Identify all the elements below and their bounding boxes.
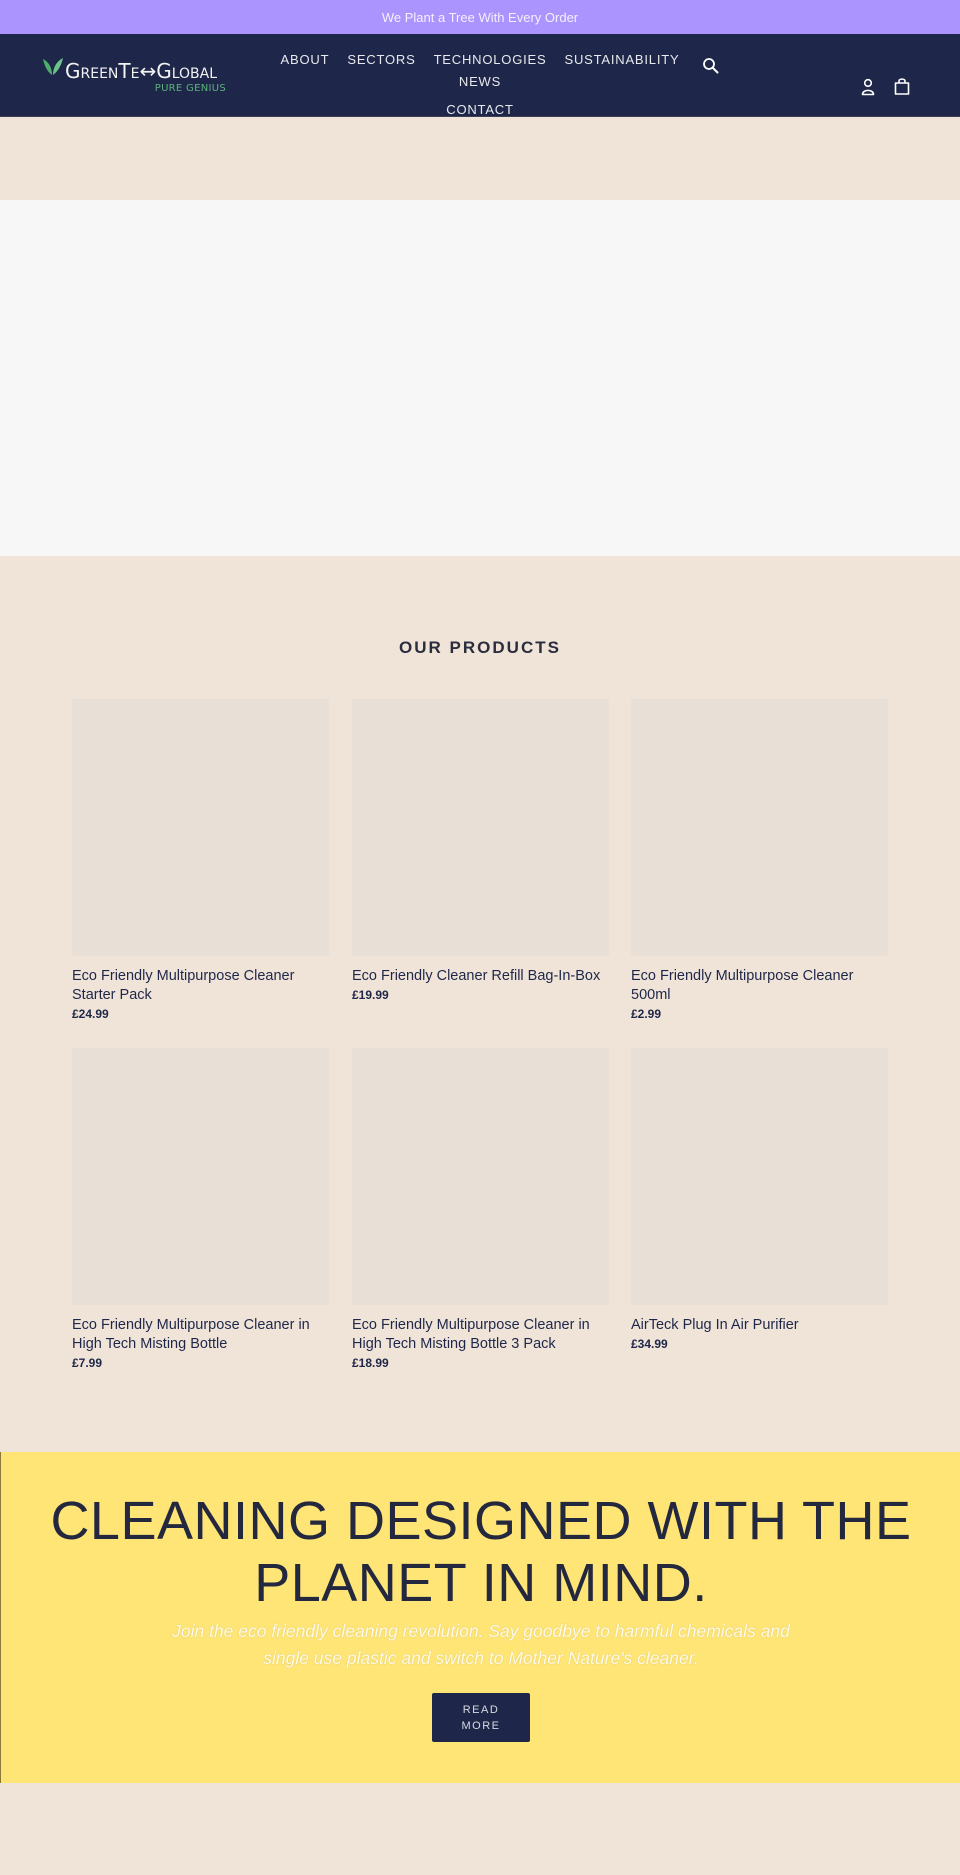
read-more-button[interactable]: READ MORE <box>432 1693 530 1742</box>
promo-banner: CLEANING DESIGNED WITH THE PLANET IN MIN… <box>0 1452 960 1783</box>
nav-item-sectors[interactable]: SECTORS <box>338 52 424 68</box>
logo-wordmark: GreenTe↔Global <box>65 59 218 83</box>
product-price: £2.99 <box>631 1007 662 1021</box>
product-card[interactable]: Eco Friendly Multipurpose Cleaner in Hig… <box>72 1048 329 1371</box>
product-price: £18.99 <box>352 1356 389 1370</box>
account-button[interactable] <box>859 78 877 96</box>
site-logo[interactable]: GreenTe↔Global PURE GENIUS <box>42 56 232 96</box>
leaf-logo-icon <box>43 58 63 75</box>
product-card[interactable]: Eco Friendly Multipurpose Cleaner in Hig… <box>352 1048 609 1371</box>
logo-tagline: PURE GENIUS <box>154 83 226 94</box>
product-name: Eco Friendly Multipurpose Cleaner 500ml <box>631 968 854 1003</box>
nav-item-sustainability[interactable]: SUSTAINABILITY <box>555 52 688 68</box>
product-image <box>352 1048 609 1305</box>
product-price: £34.99 <box>631 1337 668 1351</box>
search-button[interactable] <box>702 57 720 75</box>
main-nav: ABOUT SECTORS TECHNOLOGIES SUSTAINABILIT… <box>268 52 692 118</box>
product-name: Eco Friendly Multipurpose Cleaner in Hig… <box>72 1317 310 1352</box>
product-price: £24.99 <box>72 1007 109 1021</box>
banner-subtext: Join the eco friendly cleaning revolutio… <box>172 1621 790 1668</box>
nav-item-news[interactable]: NEWS <box>450 74 510 90</box>
nav-item-about[interactable]: ABOUT <box>272 52 339 68</box>
search-icon <box>703 58 719 74</box>
site-header: GreenTe↔Global PURE GENIUS ABOUT SECTORS… <box>0 34 960 117</box>
product-image <box>352 699 609 956</box>
footer-spacer <box>0 1783 960 1875</box>
product-name: Eco Friendly Multipurpose Cleaner Starte… <box>72 968 295 1003</box>
product-card[interactable]: Eco Friendly Multipurpose Cleaner Starte… <box>72 699 329 1022</box>
product-card[interactable]: Eco Friendly Cleaner Refill Bag-In-Box £… <box>352 699 609 1003</box>
nav-item-contact[interactable]: CONTACT <box>437 102 522 118</box>
hero-image-placeholder <box>0 200 960 556</box>
product-image <box>631 699 888 956</box>
account-icon <box>861 78 875 96</box>
banner-heading: CLEANING DESIGNED WITH THE PLANET IN MIN… <box>50 1491 912 1613</box>
product-image <box>631 1048 888 1305</box>
product-price: £19.99 <box>352 988 389 1002</box>
product-card[interactable]: AirTeck Plug In Air Purifier £34.99 <box>631 1048 888 1352</box>
announcement-bar: We Plant a Tree With Every Order <box>0 0 960 34</box>
announcement-text: We Plant a Tree With Every Order <box>381 9 579 25</box>
spacer-band <box>0 118 960 200</box>
product-price: £7.99 <box>72 1356 103 1370</box>
cart-button[interactable] <box>893 77 911 96</box>
products-section-title: OUR PRODUCTS <box>399 638 561 657</box>
product-name: Eco Friendly Cleaner Refill Bag-In-Box <box>352 968 601 984</box>
nav-item-technologies[interactable]: TECHNOLOGIES <box>425 52 556 68</box>
cart-icon <box>894 78 910 95</box>
product-card[interactable]: Eco Friendly Multipurpose Cleaner 500ml … <box>631 699 888 1022</box>
product-name: Eco Friendly Multipurpose Cleaner in Hig… <box>352 1317 590 1352</box>
product-name: AirTeck Plug In Air Purifier <box>631 1317 799 1333</box>
product-image <box>72 699 329 956</box>
product-image <box>72 1048 329 1305</box>
